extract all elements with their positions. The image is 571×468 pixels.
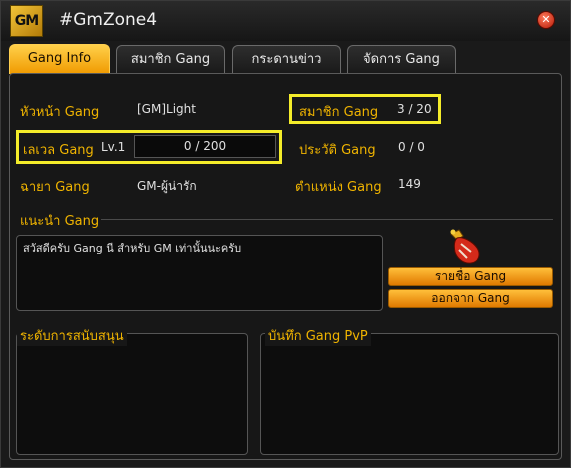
level-exp-bar: 0 / 200 <box>134 135 276 158</box>
leader-label: หัวหน้า Gang <box>20 105 100 120</box>
leave-gang-button[interactable]: ออกจาก Gang <box>388 289 553 308</box>
title-bar[interactable]: GM #GmZone4 ✕ <box>1 1 570 41</box>
tab-gang-manage[interactable]: จัดการ Gang <box>347 45 456 73</box>
close-icon[interactable]: ✕ <box>537 11 555 29</box>
intro-divider <box>101 219 553 220</box>
level-label: เลเวล Gang <box>23 143 94 158</box>
gang-window: GM #GmZone4 ✕ Gang Info สมาชิก Gang กระด… <box>0 0 571 468</box>
members-label: สมาชิก Gang <box>299 105 379 120</box>
support-level-box <box>16 333 248 455</box>
intro-textbox[interactable]: สวัสดีครับ Gang นี สำหรับ GM เท่านั้นนะค… <box>16 235 383 311</box>
gang-list-button[interactable]: รายชื่อ Gang <box>388 267 553 286</box>
gang-pvp-box <box>260 333 559 455</box>
history-value: 0 / 0 <box>398 140 425 154</box>
alias-label: ฉายา Gang <box>20 180 90 195</box>
support-level-label: ระดับการสนับสนุน <box>17 325 127 346</box>
rank-value: 149 <box>398 177 421 191</box>
alias-value: GM-ผู้น่ารัก <box>137 179 197 193</box>
tab-gang-members[interactable]: สมาชิก Gang <box>116 45 225 73</box>
gang-pvp-label: บันทึก Gang PvP <box>265 325 371 346</box>
intro-text: สวัสดีครับ Gang นี สำหรับ GM เท่านั้นนะค… <box>23 242 242 255</box>
gm-logo-icon: GM <box>10 5 43 37</box>
level-badge: Lv.1 <box>101 140 126 154</box>
leader-value: [GM]Light <box>137 102 196 116</box>
members-value: 3 / 20 <box>397 102 432 116</box>
boxing-glove-icon <box>450 229 480 264</box>
intro-label: แนะนำ Gang <box>20 214 100 229</box>
history-label: ประวัติ Gang <box>299 143 376 158</box>
tab-gang-info[interactable]: Gang Info <box>9 44 110 74</box>
tab-news-board[interactable]: กระดานข่าว <box>232 45 341 73</box>
window-title: #GmZone4 <box>59 10 158 30</box>
rank-label: ตำแหน่ง Gang <box>295 180 382 195</box>
